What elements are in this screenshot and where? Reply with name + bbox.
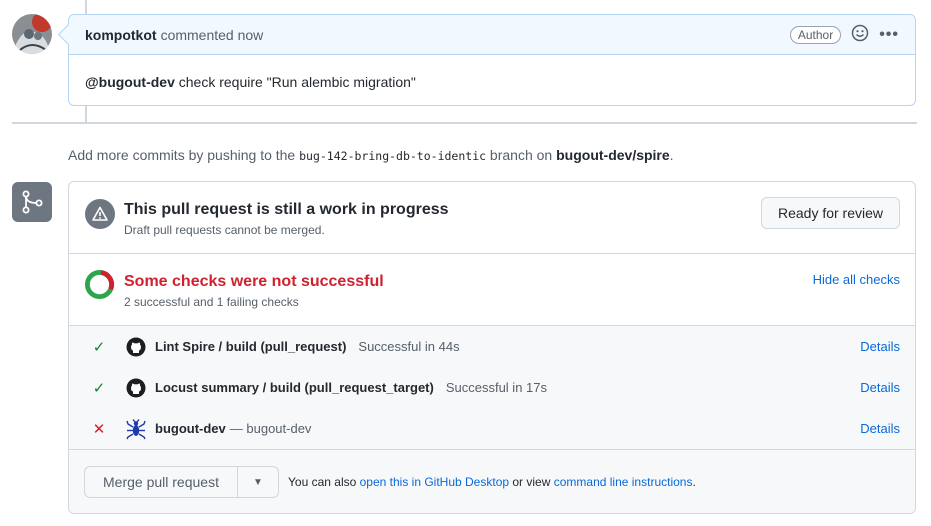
branch-name: bug-142-bring-db-to-identic bbox=[299, 149, 487, 163]
check-details-link[interactable]: Details bbox=[860, 421, 900, 436]
note-suffix: . bbox=[692, 475, 696, 489]
command-line-instructions-link[interactable]: command line instructions bbox=[554, 475, 693, 489]
checks-subtitle: 2 successful and 1 failing checks bbox=[124, 295, 299, 309]
push-note-suffix: . bbox=[669, 147, 674, 163]
check-details-link[interactable]: Details bbox=[860, 339, 900, 354]
checks-summary-section: Some checks were not successful 2 succes… bbox=[69, 254, 915, 326]
comment-body: @bugout-dev check require "Run alembic m… bbox=[69, 55, 915, 109]
github-icon bbox=[125, 336, 147, 358]
avatar[interactable] bbox=[12, 14, 52, 54]
merge-options-dropdown[interactable]: ▼ bbox=[238, 467, 278, 497]
check-failure-icon: ✕ bbox=[92, 420, 106, 438]
author-badge: Author bbox=[789, 25, 842, 44]
comment-text: check require "Run alembic migration" bbox=[174, 74, 416, 90]
comment-timestamp[interactable]: commented now bbox=[161, 27, 264, 43]
repo-name: bugout-dev/spire bbox=[556, 147, 670, 163]
timeline-divider bbox=[12, 122, 917, 124]
merge-box: This pull request is still a work in pro… bbox=[68, 181, 916, 514]
check-success-icon: ✓ bbox=[92, 379, 106, 397]
check-name: bugout-dev bbox=[155, 421, 226, 436]
check-row: ✓ Lint Spire / build (pull_request) Succ… bbox=[69, 326, 915, 368]
chevron-down-icon: ▼ bbox=[253, 476, 263, 488]
comment-header: kompotkot commented now Author ••• bbox=[69, 15, 915, 55]
check-row: ✕ bugout-dev — bugout-dev Details bbox=[69, 408, 915, 450]
check-name: Locust summary / build (pull_request_tar… bbox=[155, 380, 434, 395]
checks-donut-icon bbox=[84, 269, 115, 300]
smiley-icon[interactable] bbox=[851, 24, 869, 45]
hide-all-checks-link[interactable]: Hide all checks bbox=[813, 272, 900, 287]
comment-author[interactable]: kompotkot bbox=[85, 27, 157, 43]
comment-box: kompotkot commented now Author ••• @bugo… bbox=[68, 14, 916, 106]
avatar-image bbox=[12, 14, 52, 54]
merge-button-group: Merge pull request ▼ bbox=[84, 466, 279, 498]
user-mention[interactable]: @bugout-dev bbox=[85, 74, 175, 90]
note-middle: or view bbox=[509, 475, 554, 489]
more-options-icon[interactable]: ••• bbox=[879, 26, 899, 44]
check-details-link[interactable]: Details bbox=[860, 380, 900, 395]
check-success-icon: ✓ bbox=[92, 338, 106, 356]
open-in-desktop-link[interactable]: open this in GitHub Desktop bbox=[360, 475, 509, 489]
check-description: Successful in 44s bbox=[358, 339, 460, 354]
merge-footer: Merge pull request ▼ You can also open t… bbox=[69, 450, 915, 513]
alert-icon bbox=[85, 199, 115, 229]
bug-icon bbox=[125, 418, 147, 440]
checks-title: Some checks were not successful bbox=[124, 273, 384, 290]
check-description: — bugout-dev bbox=[229, 421, 312, 436]
push-note-prefix: Add more commits by pushing to the bbox=[68, 147, 300, 163]
note-prefix: You can also bbox=[288, 475, 360, 489]
merge-alternatives-note: You can also open this in GitHub Desktop… bbox=[288, 475, 696, 489]
ready-for-review-button[interactable]: Ready for review bbox=[761, 197, 900, 229]
check-row: ✓ Locust summary / build (pull_request_t… bbox=[69, 367, 915, 409]
check-description: Successful in 17s bbox=[445, 380, 547, 395]
git-merge-icon bbox=[12, 182, 52, 222]
check-name: Lint Spire / build (pull_request) bbox=[155, 339, 347, 354]
draft-subtitle: Draft pull requests cannot be merged. bbox=[124, 223, 325, 237]
draft-status-section: This pull request is still a work in pro… bbox=[69, 182, 915, 254]
push-note: Add more commits by pushing to the bug-1… bbox=[68, 147, 674, 163]
push-note-middle: branch on bbox=[486, 147, 557, 163]
github-icon bbox=[125, 377, 147, 399]
draft-title: This pull request is still a work in pro… bbox=[124, 201, 449, 218]
merge-pull-request-button[interactable]: Merge pull request bbox=[85, 467, 238, 497]
